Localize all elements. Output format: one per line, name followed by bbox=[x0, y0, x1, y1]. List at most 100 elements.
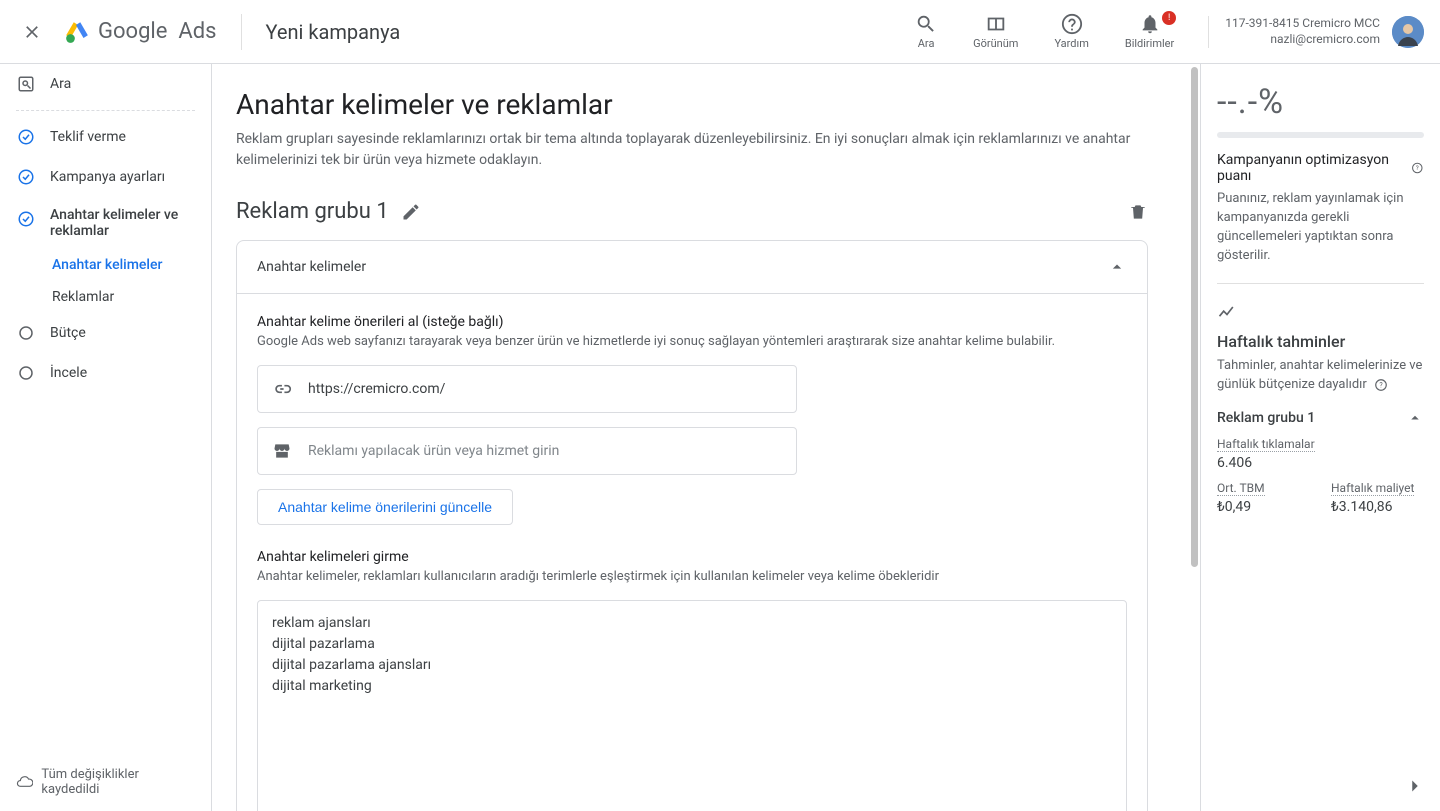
link-icon bbox=[272, 379, 292, 399]
optimization-score-value: --.-% bbox=[1217, 82, 1424, 122]
sidebar-item-label: Bütçe bbox=[50, 325, 86, 341]
product-input-row[interactable] bbox=[257, 427, 797, 475]
right-ad-group-row[interactable]: Reklam grubu 1 bbox=[1217, 409, 1424, 427]
sidebar-item-label: İncele bbox=[50, 365, 87, 381]
header-help[interactable]: Yardım bbox=[1044, 13, 1098, 50]
weekly-metrics: Haftalık tıklamalar 6.406 Ort. TBM ₺0,49… bbox=[1217, 437, 1424, 515]
suggestions-title: Anahtar kelime önerileri al (isteğe bağl… bbox=[257, 314, 1127, 330]
sidebar-item-label: Teklif verme bbox=[50, 129, 126, 145]
sidebar-item-keywords-ads[interactable]: Anahtar kelimeler ve reklamlar bbox=[0, 197, 211, 249]
main-content: Anahtar kelimeler ve reklamlar Reklam gr… bbox=[212, 64, 1200, 811]
header-search[interactable]: Ara bbox=[905, 13, 947, 50]
suggestions-subtitle: Google Ads web sayfanızı tarayarak veya … bbox=[257, 334, 1127, 349]
check-circle-icon bbox=[16, 209, 36, 229]
metric-value: ₺3.140,86 bbox=[1331, 499, 1421, 515]
optimization-score-title: Kampanyanın optimizasyon puanı ? bbox=[1217, 152, 1424, 184]
keywords-card: Anahtar kelimeler Anahtar kelime önerile… bbox=[236, 240, 1148, 811]
search-icon bbox=[915, 13, 937, 35]
url-input[interactable] bbox=[306, 380, 782, 398]
sidebar-sub-ads[interactable]: Reklamlar bbox=[0, 281, 211, 313]
sidebar-item-label: Kampanya ayarları bbox=[50, 169, 165, 185]
metric-avg-cpc: Ort. TBM ₺0,49 bbox=[1217, 481, 1307, 515]
edit-button[interactable] bbox=[401, 202, 421, 222]
trash-icon bbox=[1128, 202, 1148, 222]
enter-keywords-subtitle: Anahtar kelimeler, reklamları kullanıcıl… bbox=[257, 569, 1127, 584]
account-info[interactable]: 117-391-8415 Cremicro MCC nazli@cremicro… bbox=[1208, 16, 1424, 48]
sidebar-footer: Tüm değişiklikler kaydedildi bbox=[0, 752, 211, 811]
page-title: Anahtar kelimeler ve reklamlar bbox=[236, 88, 1148, 121]
avatar[interactable] bbox=[1392, 16, 1424, 48]
chevron-up-icon bbox=[1107, 257, 1127, 277]
metric-label: Ort. TBM bbox=[1217, 481, 1265, 496]
check-circle-icon bbox=[16, 167, 36, 187]
weekly-estimates-title: Haftalık tahminler bbox=[1217, 332, 1424, 351]
keywords-card-header[interactable]: Anahtar kelimeler bbox=[237, 241, 1147, 294]
sidebar-item-bidding[interactable]: Teklif verme bbox=[0, 117, 211, 157]
url-input-row[interactable] bbox=[257, 365, 797, 413]
sidebar-item-label: Anahtar kelimeler ve reklamlar bbox=[50, 207, 190, 239]
help-icon bbox=[1061, 13, 1083, 35]
ad-group-title: Reklam grubu 1 bbox=[236, 199, 389, 224]
sidebar-item-label: Ara bbox=[50, 76, 71, 92]
view-icon bbox=[985, 13, 1007, 35]
logo: Google Ads bbox=[64, 19, 217, 45]
help-small-icon[interactable]: ? bbox=[1411, 161, 1424, 175]
right-ad-group-label: Reklam grubu 1 bbox=[1217, 410, 1315, 426]
logo-text-left: Google bbox=[98, 19, 167, 44]
header-view[interactable]: Görünüm bbox=[963, 13, 1028, 50]
radio-empty-icon bbox=[16, 323, 36, 343]
keywords-card-title: Anahtar kelimeler bbox=[257, 259, 366, 275]
metric-value: 6.406 bbox=[1217, 455, 1315, 471]
cloud-done-icon bbox=[16, 773, 33, 791]
keywords-textarea[interactable] bbox=[257, 600, 1127, 811]
update-suggestions-button[interactable]: Anahtar kelime önerilerini güncelle bbox=[257, 489, 513, 525]
right-divider bbox=[1217, 283, 1424, 284]
optimization-score-desc: Puanınız, reklam yayınlamak için kampany… bbox=[1217, 190, 1424, 265]
page-description: Reklam grupları sayesinde reklamlarınızı… bbox=[236, 129, 1148, 171]
metric-label: Haftalık maliyet bbox=[1331, 481, 1414, 496]
close-button[interactable] bbox=[16, 16, 48, 48]
metric-weekly-clicks: Haftalık tıklamalar 6.406 bbox=[1217, 437, 1315, 471]
delete-ad-group-button[interactable] bbox=[1128, 202, 1148, 222]
sidebar-footer-text: Tüm değişiklikler kaydedildi bbox=[41, 767, 195, 797]
sidebar-item-review[interactable]: İncele bbox=[0, 353, 211, 393]
check-circle-icon bbox=[16, 127, 36, 147]
account-line1: 117-391-8415 Cremicro MCC bbox=[1225, 16, 1380, 32]
right-panel: --.-% Kampanyanın optimizasyon puanı ? P… bbox=[1200, 64, 1440, 811]
header-help-label: Yardım bbox=[1054, 37, 1088, 50]
help-small-icon[interactable]: ? bbox=[1374, 378, 1388, 392]
header-notifications[interactable]: ! Bildirimler bbox=[1115, 13, 1184, 50]
sidebar-item-search[interactable]: Ara bbox=[0, 64, 211, 104]
header-notifications-label: Bildirimler bbox=[1125, 37, 1174, 50]
product-input[interactable] bbox=[306, 442, 782, 460]
header-page-title: Yeni kampanya bbox=[266, 20, 401, 44]
app-header: Google Ads Yeni kampanya Ara Görünüm Yar… bbox=[0, 0, 1440, 64]
metric-weekly-cost: Haftalık maliyet ₺3.140,86 bbox=[1331, 481, 1421, 515]
metric-value: ₺0,49 bbox=[1217, 499, 1307, 515]
ads-logo-icon bbox=[64, 19, 90, 45]
ad-group-header: Reklam grubu 1 bbox=[236, 199, 1148, 224]
weekly-estimates-desc-text: Tahminler, anahtar kelimelerinize ve gün… bbox=[1217, 358, 1422, 392]
sidebar-divider bbox=[16, 110, 195, 111]
main-scrollbar[interactable] bbox=[1189, 67, 1200, 811]
trend-icon bbox=[1217, 302, 1237, 322]
pencil-icon bbox=[401, 202, 421, 222]
notification-badge: ! bbox=[1162, 11, 1176, 25]
optimization-score-bar bbox=[1217, 132, 1424, 138]
optimization-score-title-text: Kampanyanın optimizasyon puanı bbox=[1217, 152, 1405, 184]
svg-text:?: ? bbox=[1379, 381, 1383, 389]
logo-text: Google Ads bbox=[98, 19, 217, 44]
header-view-label: Görünüm bbox=[973, 37, 1018, 50]
svg-text:?: ? bbox=[1416, 164, 1419, 172]
metric-label: Haftalık tıklamalar bbox=[1217, 437, 1315, 452]
sidebar-item-campaign-settings[interactable]: Kampanya ayarları bbox=[0, 157, 211, 197]
left-sidebar: Ara Teklif verme Kampanya ayarları Anaht… bbox=[0, 64, 212, 811]
main-scrollbar-thumb[interactable] bbox=[1191, 67, 1198, 567]
close-icon bbox=[22, 22, 42, 42]
sidebar-sub-keywords[interactable]: Anahtar kelimeler bbox=[0, 249, 211, 281]
bell-icon bbox=[1139, 13, 1161, 35]
sidebar-item-budget[interactable]: Bütçe bbox=[0, 313, 211, 353]
weekly-estimates-desc: Tahminler, anahtar kelimelerinize ve gün… bbox=[1217, 357, 1424, 395]
radio-empty-icon bbox=[16, 363, 36, 383]
right-panel-collapse[interactable] bbox=[1404, 775, 1426, 797]
